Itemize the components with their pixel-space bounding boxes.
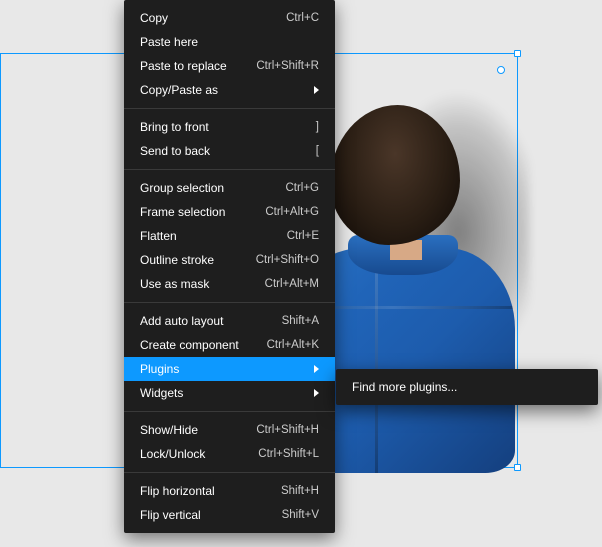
menu-item-label: Plugins [140, 362, 179, 376]
menu-item-shortcut: Ctrl+C [286, 12, 319, 24]
submenu-arrow-icon [314, 389, 319, 397]
menu-separator [124, 169, 335, 170]
menu-item-label: Use as mask [140, 277, 209, 291]
menu-item-label: Add auto layout [140, 314, 223, 328]
menu-item-shortcut: ] [316, 121, 319, 133]
resize-handle-bottom-right[interactable] [514, 464, 521, 471]
design-canvas[interactable]: Copy Ctrl+C Paste here Paste to replace Ctrl… [0, 0, 602, 547]
menu-item-shortcut: Ctrl+Shift+R [256, 60, 319, 72]
menu-item-label: Group selection [140, 181, 224, 195]
menu-item-send-to-back[interactable]: Send to back [ [124, 139, 335, 163]
menu-item-label: Paste to replace [140, 59, 227, 73]
menu-item-frame-selection[interactable]: Frame selection Ctrl+Alt+G [124, 200, 335, 224]
menu-item-add-auto-layout[interactable]: Add auto layout Shift+A [124, 309, 335, 333]
menu-separator [124, 302, 335, 303]
menu-item-label: Bring to front [140, 120, 209, 134]
menu-item-copy-paste-as[interactable]: Copy/Paste as [124, 78, 335, 102]
menu-item-bring-to-front[interactable]: Bring to front] [124, 115, 335, 139]
plugins-submenu: Find more plugins... [336, 369, 598, 405]
menu-item-lock-unlock[interactable]: Lock/Unlock Ctrl+Shift+L [124, 442, 335, 466]
menu-separator [124, 472, 335, 473]
menu-item-shortcut: Shift+V [282, 509, 319, 521]
menu-item-label: Flip vertical [140, 508, 201, 522]
context-menu: Copy Ctrl+C Paste here Paste to replace Ctrl… [124, 0, 335, 533]
rotate-handle-top-right[interactable] [497, 66, 505, 74]
menu-item-label: Copy/Paste as [140, 83, 218, 97]
submenu-item-find-more-plugins[interactable]: Find more plugins... [336, 375, 598, 399]
menu-item-paste-to-replace[interactable]: Paste to replace Ctrl+Shift+R [124, 54, 335, 78]
menu-item-label: Show/Hide [140, 423, 198, 437]
menu-item-copy[interactable]: Copy Ctrl+C [124, 6, 335, 30]
menu-item-shortcut: Ctrl+Shift+H [256, 424, 319, 436]
menu-item-label: Paste here [140, 35, 198, 49]
menu-item-shortcut: Shift+A [282, 315, 319, 327]
menu-item-shortcut: Shift+H [281, 485, 319, 497]
menu-item-label: Send to back [140, 144, 210, 158]
submenu-arrow-icon [314, 365, 319, 373]
menu-item-shortcut: Ctrl+G [285, 182, 319, 194]
menu-item-shortcut: Ctrl+Shift+O [256, 254, 319, 266]
menu-item-shortcut: [ [316, 145, 319, 157]
menu-item-plugins[interactable]: Plugins [124, 357, 335, 381]
menu-item-paste-here[interactable]: Paste here [124, 30, 335, 54]
resize-handle-top-right[interactable] [514, 50, 521, 57]
submenu-arrow-icon [314, 86, 319, 94]
menu-item-create-component[interactable]: Create component Ctrl+Alt+K [124, 333, 335, 357]
menu-item-label: Widgets [140, 386, 183, 400]
menu-item-flatten[interactable]: Flatten Ctrl+E [124, 224, 335, 248]
menu-item-shortcut: Ctrl+E [287, 230, 319, 242]
menu-item-group-selection[interactable]: Group selection Ctrl+G [124, 176, 335, 200]
menu-separator [124, 108, 335, 109]
menu-item-shortcut: Ctrl+Alt+K [267, 339, 319, 351]
menu-item-label: Create component [140, 338, 239, 352]
menu-item-outline-stroke[interactable]: Outline stroke Ctrl+Shift+O [124, 248, 335, 272]
menu-item-label: Lock/Unlock [140, 447, 205, 461]
menu-item-shortcut: Ctrl+Shift+L [258, 448, 319, 460]
menu-item-flip-horizontal[interactable]: Flip horizontal Shift+H [124, 479, 335, 503]
menu-item-flip-vertical[interactable]: Flip vertical Shift+V [124, 503, 335, 527]
menu-item-show-hide[interactable]: Show/Hide Ctrl+Shift+H [124, 418, 335, 442]
menu-separator [124, 411, 335, 412]
menu-item-shortcut: Ctrl+Alt+M [265, 278, 319, 290]
submenu-item-label: Find more plugins... [352, 380, 457, 394]
menu-item-label: Flip horizontal [140, 484, 215, 498]
menu-item-label: Outline stroke [140, 253, 214, 267]
menu-item-label: Flatten [140, 229, 177, 243]
menu-item-shortcut: Ctrl+Alt+G [265, 206, 319, 218]
menu-item-label: Frame selection [140, 205, 225, 219]
menu-item-use-as-mask[interactable]: Use as mask Ctrl+Alt+M [124, 272, 335, 296]
menu-item-widgets[interactable]: Widgets [124, 381, 335, 405]
rotate-handle-bottom-right[interactable] [497, 447, 505, 455]
menu-item-label: Copy [140, 11, 168, 25]
